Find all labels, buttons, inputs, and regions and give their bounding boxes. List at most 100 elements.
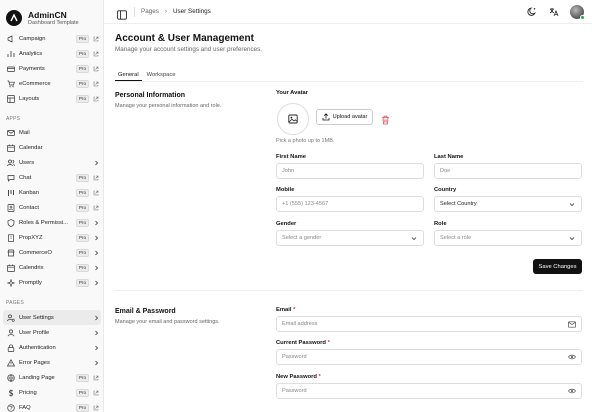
sidebar-item-label: User Profile bbox=[19, 329, 50, 336]
sidebar-item-landing-page[interactable]: Landing Page Pro bbox=[0, 370, 103, 385]
email-placeholder: Email address bbox=[282, 321, 318, 327]
email-password-title: Email & Password bbox=[115, 308, 176, 315]
shield-icon bbox=[6, 218, 15, 227]
card-icon bbox=[6, 64, 15, 73]
avatar-hint: Pick a photo up to 1MB. bbox=[276, 138, 335, 144]
breadcrumb-separator: › bbox=[164, 8, 167, 15]
breadcrumb-pages[interactable]: Pages bbox=[141, 8, 159, 15]
external-link-icon bbox=[93, 390, 99, 396]
country-select[interactable]: Select Country bbox=[434, 196, 582, 212]
country-value: Select Country bbox=[440, 201, 477, 207]
required-marker: * bbox=[327, 340, 330, 346]
required-marker: * bbox=[293, 307, 296, 313]
role-label: Role bbox=[434, 221, 447, 227]
contact-icon bbox=[6, 203, 15, 212]
sidebar-item-commerceo[interactable]: CommerceO Pro bbox=[0, 245, 103, 260]
tab-general[interactable]: General bbox=[115, 70, 142, 81]
apps-section-label: APPS bbox=[6, 116, 21, 122]
last-name-placeholder: Doe bbox=[440, 168, 451, 174]
eye-icon[interactable] bbox=[568, 353, 576, 361]
dollar-icon bbox=[6, 388, 15, 397]
sidebar-item-authentication[interactable]: Authentication bbox=[0, 340, 103, 355]
sidebar-item-mail[interactable]: Mail bbox=[0, 125, 103, 140]
required-marker: * bbox=[318, 374, 321, 380]
personal-info-title: Personal Information bbox=[115, 92, 186, 99]
sidebar-item-label: Layouts bbox=[19, 95, 40, 102]
sidebar-item-label: Pricing bbox=[19, 389, 37, 396]
sidebar-item-roles-permissions[interactable]: Roles & Permissi... Pro bbox=[0, 215, 103, 230]
current-password-input[interactable]: Password bbox=[276, 349, 582, 365]
sidebar-item-user-profile[interactable]: User Profile bbox=[0, 325, 103, 340]
mobile-input[interactable]: +1 (555) 123-4567 bbox=[276, 196, 424, 212]
sidebar-item-calendrix[interactable]: Calendrix Pro bbox=[0, 260, 103, 275]
calendar-icon bbox=[6, 263, 15, 272]
email-input[interactable]: Email address bbox=[276, 316, 582, 332]
sidebar-item-label: Authentication bbox=[19, 344, 56, 351]
pro-badge: Pro bbox=[75, 263, 89, 272]
pro-badge: Pro bbox=[75, 49, 89, 58]
external-link-icon bbox=[93, 66, 99, 72]
sidebar-item-ecommerce[interactable]: eCommerce Pro bbox=[0, 76, 103, 91]
sidebar: AdminCN Dashboard Template Campaign Pro … bbox=[0, 0, 104, 412]
sidebar-item-payments[interactable]: Payments Pro bbox=[0, 61, 103, 76]
upload-avatar-button[interactable]: Upload avatar bbox=[316, 109, 373, 125]
sparkle-icon bbox=[6, 278, 15, 287]
calendar-icon bbox=[6, 143, 15, 152]
sidebar-item-contact[interactable]: Contact Pro bbox=[0, 200, 103, 215]
current-password-label: Current Password * bbox=[276, 340, 330, 346]
breadcrumb-current: User Settings bbox=[172, 8, 211, 15]
sidebar-item-label: eCommerce bbox=[19, 80, 51, 87]
external-link-icon bbox=[93, 375, 99, 381]
pro-badge: Pro bbox=[75, 173, 89, 182]
user-avatar[interactable] bbox=[570, 5, 585, 20]
online-status-indicator bbox=[580, 15, 585, 20]
brand[interactable]: AdminCN Dashboard Template bbox=[0, 0, 103, 30]
gender-select[interactable]: Select a gender bbox=[276, 230, 424, 246]
store-icon bbox=[6, 248, 15, 257]
role-select[interactable]: Select a role bbox=[434, 230, 582, 246]
sidebar-item-label: Payments bbox=[19, 65, 45, 72]
eye-icon[interactable] bbox=[568, 387, 576, 395]
role-value: Select a role bbox=[440, 235, 472, 241]
chevron-right-icon bbox=[93, 280, 99, 286]
sidebar-item-users[interactable]: Users bbox=[0, 155, 103, 170]
pro-badge: Pro bbox=[75, 248, 89, 257]
first-name-input[interactable]: John bbox=[276, 163, 424, 179]
sidebar-item-error-pages[interactable]: Error Pages bbox=[0, 355, 103, 370]
lock-icon bbox=[6, 343, 15, 352]
sidebar-item-user-settings[interactable]: User Settings bbox=[3, 310, 101, 325]
new-password-input[interactable]: Password bbox=[276, 383, 582, 399]
chevron-right-icon bbox=[93, 220, 99, 226]
external-link-icon bbox=[93, 51, 99, 57]
sidebar-item-campaign[interactable]: Campaign Pro bbox=[0, 31, 103, 46]
sidebar-item-kanban[interactable]: Kanban Pro bbox=[0, 185, 103, 200]
building-icon bbox=[6, 233, 15, 242]
sidebar-item-calendar[interactable]: Calendar bbox=[0, 140, 103, 155]
sidebar-item-label: Promptly bbox=[19, 279, 42, 286]
language-icon[interactable] bbox=[548, 6, 560, 18]
sidebar-item-faq[interactable]: FAQ Pro bbox=[0, 400, 103, 412]
new-password-label-text: New Password bbox=[276, 374, 317, 380]
theme-toggle-icon[interactable] bbox=[526, 6, 538, 18]
save-changes-button[interactable]: Save Changes bbox=[533, 259, 582, 274]
page-title: Account & User Management bbox=[115, 33, 254, 44]
sidebar-item-layouts[interactable]: Layouts Pro bbox=[0, 91, 103, 106]
tab-workspace[interactable]: Workspace bbox=[144, 70, 179, 81]
sidebar-item-analytics[interactable]: Analytics Pro bbox=[0, 46, 103, 61]
sidebar-item-pricing[interactable]: Pricing Pro bbox=[0, 385, 103, 400]
external-link-icon bbox=[93, 36, 99, 42]
sidebar-item-label: User Settings bbox=[19, 314, 54, 321]
last-name-input[interactable]: Doe bbox=[434, 163, 582, 179]
sidebar-item-chat[interactable]: Chat Pro bbox=[0, 170, 103, 185]
sidebar-item-promptly[interactable]: Promptly Pro bbox=[0, 275, 103, 290]
megaphone-icon bbox=[6, 34, 15, 43]
main-content: Account & User Management Manage your ac… bbox=[104, 24, 592, 412]
sidebar-item-label: Error Pages bbox=[19, 359, 50, 366]
help-icon bbox=[6, 403, 15, 412]
last-name-label: Last Name bbox=[434, 154, 464, 160]
avatar-preview[interactable] bbox=[277, 103, 309, 135]
sidebar-item-propxyz[interactable]: PropXYZ Pro bbox=[0, 230, 103, 245]
chat-icon bbox=[6, 173, 15, 182]
sidebar-toggle-icon[interactable] bbox=[117, 7, 127, 20]
delete-avatar-icon[interactable] bbox=[381, 112, 390, 125]
